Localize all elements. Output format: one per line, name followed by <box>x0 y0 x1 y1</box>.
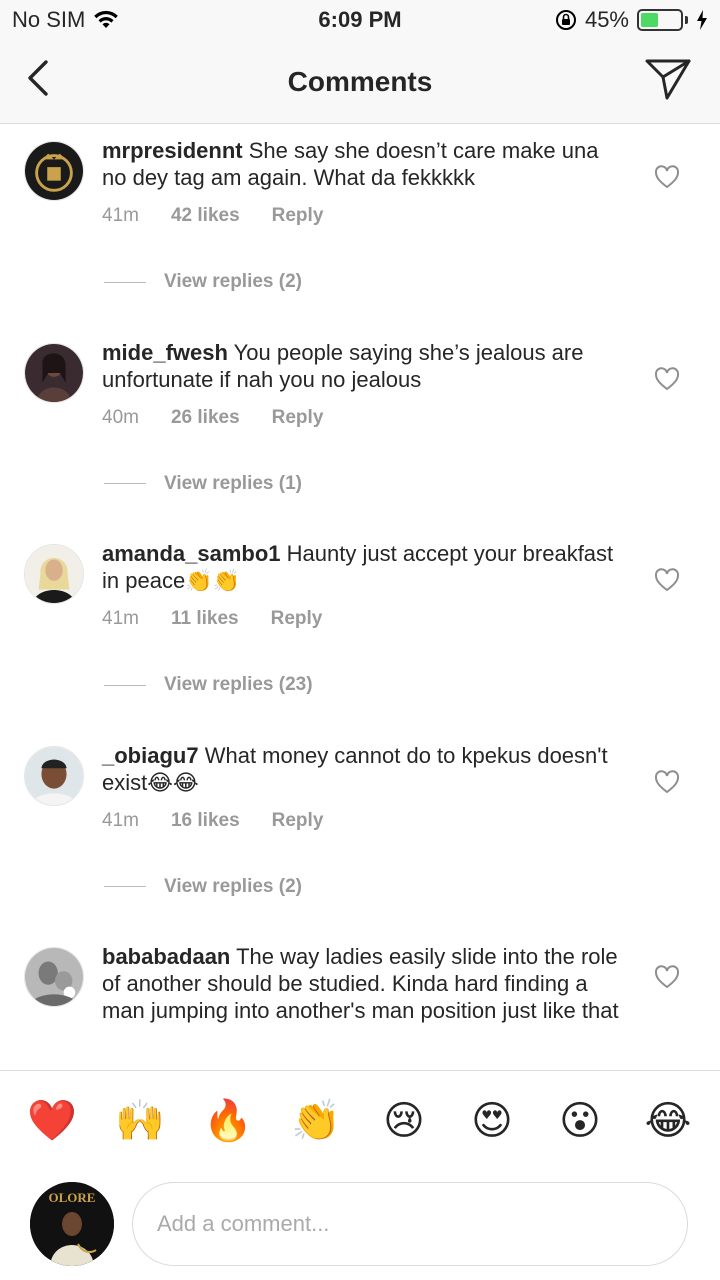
comment-time: 41m <box>102 205 139 226</box>
emoji-raised-hands-button[interactable]: 🙌 <box>110 1099 170 1143</box>
replies-divider <box>104 483 146 484</box>
avatar[interactable] <box>24 745 84 806</box>
comment-time: 40m <box>102 406 139 428</box>
emoji-fire-button[interactable]: 🔥 <box>198 1099 258 1143</box>
emoji-clap-button[interactable]: 👏 <box>286 1099 346 1143</box>
replies-divider <box>104 886 146 887</box>
comment-item: amanda_sambo1 Haunty just accept your br… <box>0 528 720 730</box>
comment-username[interactable]: amanda_sambo1 <box>102 541 281 566</box>
rotation-lock-icon <box>555 10 576 30</box>
emoji-heart-eyes-button[interactable]: 😍 <box>462 1099 522 1143</box>
heart-icon[interactable] <box>654 165 680 189</box>
battery-level <box>641 13 659 27</box>
comment-time: 41m <box>102 608 139 629</box>
heart-icon[interactable] <box>654 366 680 391</box>
my-avatar-logo-text: OLORE <box>49 1190 96 1205</box>
comment-item: mrpresidennt She say she doesn’t care ma… <box>0 125 720 327</box>
reply-button[interactable]: Reply <box>272 205 324 227</box>
avatar[interactable] <box>24 342 84 403</box>
comment-likes[interactable]: 26 likes <box>171 407 240 429</box>
avatar-image <box>25 948 83 1006</box>
status-bar: No SIM 6:09 PM 45% <box>0 0 720 40</box>
heart-icon[interactable] <box>654 568 680 592</box>
heart-icon[interactable] <box>654 965 680 989</box>
paper-plane-icon[interactable] <box>644 56 692 102</box>
view-replies-label[interactable]: View replies (2) <box>164 876 302 898</box>
replies-divider <box>104 684 146 686</box>
comment-meta: 40m 26 likes Reply <box>102 407 323 429</box>
view-replies[interactable]: View replies (2) <box>104 876 302 898</box>
avatar[interactable] <box>24 544 84 604</box>
avatar[interactable] <box>24 141 84 201</box>
comment-time: 41m <box>102 809 139 831</box>
emoji-laughing-button[interactable]: 😂 <box>638 1099 698 1143</box>
view-replies[interactable]: View replies (2) <box>104 271 302 293</box>
comment-username[interactable]: _obiagu7 <box>102 743 199 768</box>
battery-icon <box>637 9 683 31</box>
comment-item: _obiagu7 What money cannot do to kpekus … <box>0 730 720 932</box>
comment-item: mide_fwesh You people saying she’s jealo… <box>0 327 720 529</box>
reply-button[interactable]: Reply <box>272 407 324 429</box>
my-avatar-image: OLORE <box>30 1182 114 1266</box>
comment-item: bababadaan The way ladies easily slide i… <box>0 931 720 1069</box>
emoji-crying-button[interactable]: 😢 <box>374 1099 434 1143</box>
avatar-image <box>25 142 83 200</box>
heart-icon[interactable] <box>654 769 680 794</box>
emoji-heart-button[interactable]: ❤️ <box>22 1099 82 1143</box>
battery-percent: 45% <box>584 7 629 32</box>
comment-username[interactable]: mide_fwesh <box>102 340 228 365</box>
comment-username[interactable]: bababadaan <box>102 944 230 969</box>
view-replies-label[interactable]: View replies (2) <box>164 271 302 293</box>
comment-text-block: _obiagu7 What money cannot do to kpekus … <box>102 742 622 796</box>
avatar-image <box>25 545 83 603</box>
comment-input[interactable] <box>132 1182 688 1266</box>
comment-input-row: OLORE <box>0 1170 720 1280</box>
view-replies-label[interactable]: View replies (23) <box>164 674 313 696</box>
comment-username[interactable]: mrpresidennt <box>102 138 243 163</box>
view-replies[interactable]: View replies (23) <box>104 674 313 696</box>
nav-bar: Comments <box>0 40 720 124</box>
avatar-image <box>25 746 83 805</box>
comments-list[interactable]: mrpresidennt She say she doesn’t care ma… <box>0 125 720 1069</box>
charging-bolt-icon <box>697 10 707 30</box>
view-replies[interactable]: View replies (1) <box>104 473 302 495</box>
comment-meta: 41m 16 likes Reply <box>102 810 323 832</box>
comment-likes[interactable]: 11 likes <box>171 608 239 630</box>
view-replies-label[interactable]: View replies (1) <box>164 473 302 495</box>
avatar[interactable] <box>24 947 84 1007</box>
comment-text-block: amanda_sambo1 Haunty just accept your br… <box>102 540 622 594</box>
comment-text-block: mide_fwesh You people saying she’s jealo… <box>102 339 622 393</box>
comment-text-block: mrpresidennt She say she doesn’t care ma… <box>102 137 622 191</box>
emoji-surprised-button[interactable]: 😮 <box>550 1099 610 1143</box>
status-right: 45% <box>555 7 708 33</box>
comment-likes[interactable]: 16 likes <box>171 810 240 832</box>
emoji-reaction-bar: ❤️ 🙌 🔥 👏 😢 😍 😮 😂 <box>0 1070 720 1170</box>
battery-tip <box>685 16 688 24</box>
replies-divider <box>104 281 146 283</box>
my-avatar[interactable]: OLORE <box>30 1182 114 1266</box>
avatar-image <box>25 343 83 402</box>
comment-text-block: bababadaan The way ladies easily slide i… <box>102 943 622 1024</box>
page-title: Comments <box>287 66 433 97</box>
comment-likes[interactable]: 42 likes <box>171 205 240 227</box>
comment-meta: 41m 42 likes Reply <box>102 205 323 227</box>
reply-button[interactable]: Reply <box>272 810 324 832</box>
reply-button[interactable]: Reply <box>271 608 323 630</box>
comment-meta: 41m 11 likes Reply <box>102 608 322 630</box>
